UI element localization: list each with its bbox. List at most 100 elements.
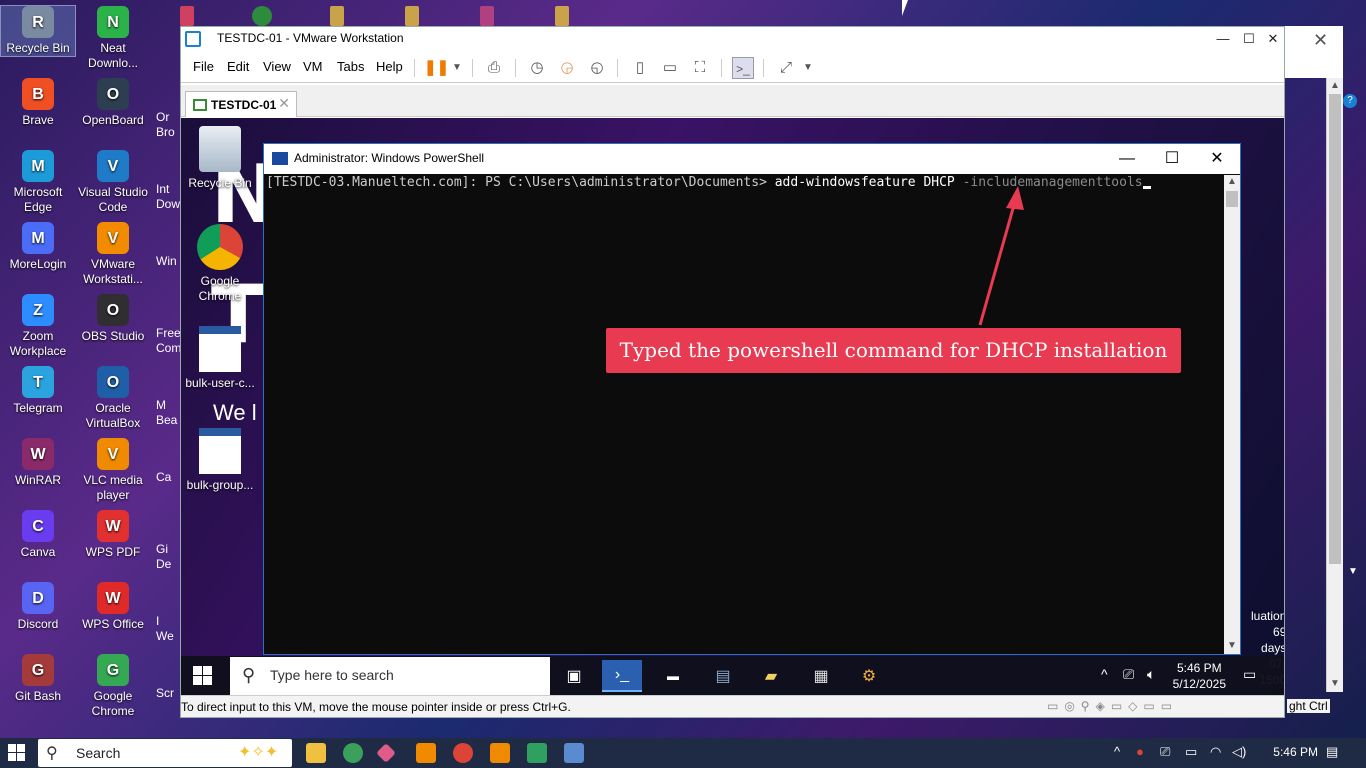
desktop-icon-chrome[interactable]: G Google Chrome [76, 654, 150, 719]
minimize-button[interactable]: — [1211, 29, 1235, 49]
vm-search-box[interactable]: ⚲ Type here to search [230, 657, 550, 695]
chrome-tray-icon[interactable]: ● [1136, 744, 1144, 759]
menu-tabs[interactable]: Tabs [337, 59, 364, 74]
desktop-icon-openboard[interactable]: O OpenBoard [76, 78, 150, 128]
show-hidden-icons-icon[interactable]: ^ [1114, 744, 1120, 759]
scroll-up-icon[interactable]: ▲ [1330, 80, 1340, 91]
scroll-up-icon[interactable]: ▲ [1227, 176, 1237, 187]
desktop-icon-morelogin[interactable]: M MoreLogin [1, 222, 75, 272]
menu-edit[interactable]: Edit [227, 59, 249, 74]
desktop-icon-brave[interactable]: B Brave [1, 78, 75, 128]
show-hidden-icons-icon[interactable]: ^ [1101, 666, 1108, 682]
volume-icon[interactable]: 🔈︎ [1147, 666, 1155, 683]
scroll-down-icon[interactable]: ▼ [1227, 640, 1237, 651]
vm-clock[interactable]: 5:46 PM 5/12/2025 [1173, 660, 1226, 692]
action-center-icon[interactable]: ▭ [1243, 666, 1256, 683]
start-button[interactable] [8, 744, 26, 762]
taskbar-thumbnail [180, 6, 194, 26]
stretch-icon[interactable]: ⤢ [775, 57, 797, 79]
start-button[interactable] [193, 666, 213, 686]
desktop-icon-canva[interactable]: C Canva [1, 510, 75, 560]
server-manager-icon[interactable]: ▤ [703, 660, 743, 692]
wifi-icon[interactable]: ◠ [1210, 744, 1221, 760]
host-search-box[interactable]: ⚲ Search ✦✧✦ [38, 739, 292, 767]
console-view-icon[interactable]: >_ [732, 57, 754, 79]
desktop-icon-vmware[interactable]: V VMware Workstati... [76, 222, 150, 287]
task-view-icon[interactable]: ▣ [554, 660, 594, 692]
vm-desktop-icon[interactable]: Google Chrome [181, 224, 259, 304]
desktop-icon-neat-download[interactable]: N Neat Downlo... [76, 6, 150, 71]
desktop-icon-label: Oracle VirtualBox [85, 401, 141, 430]
chrome-taskbar-icon[interactable] [453, 743, 473, 763]
file-explorer-icon[interactable]: ▰ [751, 660, 791, 692]
desktop-icon-recycle-bin[interactable]: R Recycle Bin [0, 5, 76, 57]
vmware-taskbar-icon[interactable] [416, 743, 436, 763]
powershell-title-bar[interactable]: Administrator: Windows PowerShell — ☐ ✕ [264, 144, 1240, 174]
desktop-icon-vscode[interactable]: V Visual Studio Code [76, 150, 150, 215]
send-ctrl-alt-del-icon[interactable]: ⎙ [483, 57, 505, 79]
desktop-icon-vlc[interactable]: V VLC media player [76, 438, 150, 503]
powershell-scrollbar[interactable]: ▲ ▼ [1224, 175, 1240, 654]
vm-desktop-icon[interactable]: Recycle Bin [181, 126, 259, 191]
close-button[interactable]: ✕ [1202, 148, 1232, 170]
desktop-icon-virtualbox[interactable]: O Oracle VirtualBox [76, 366, 150, 431]
app-icon[interactable] [343, 743, 363, 763]
notifications-icon[interactable]: ▤ [1326, 744, 1338, 760]
maximize-button[interactable]: ☐ [1157, 148, 1187, 170]
powershell-console[interactable]: [TESTDC-03.Manueltech.com]: PS C:\Users\… [266, 175, 1224, 653]
desktop-icon-wps-pdf[interactable]: W WPS PDF [76, 510, 150, 560]
scroll-down-icon[interactable]: ▼ [1348, 566, 1358, 577]
menu-file[interactable]: File [193, 59, 214, 74]
file-explorer-icon[interactable] [306, 743, 326, 763]
snapshot-manager-icon[interactable]: ◵ [586, 57, 608, 79]
meet-tray-icon[interactable]: ⎚ [1160, 744, 1170, 760]
notepad-icon[interactable]: ▦ [801, 660, 841, 692]
host-clock[interactable]: 5:46 PM [1273, 745, 1318, 759]
show-library-icon[interactable]: ▯ [629, 57, 651, 79]
background-window-scrollbar[interactable]: ▲ ▼ [1326, 78, 1343, 692]
thumbnail-bar-icon[interactable]: ▭ [659, 57, 681, 79]
dhcp-tool-icon[interactable]: ⚙ [849, 660, 889, 692]
powershell-taskbar-icon[interactable]: ›_ [602, 660, 642, 692]
desktop-icon-edge[interactable]: M Microsoft Edge [1, 150, 75, 215]
menu-vm[interactable]: VM [303, 59, 323, 74]
desktop-icon-telegram[interactable]: T Telegram [1, 366, 75, 416]
close-tab-icon[interactable]: ✕ [278, 95, 290, 112]
dropdown-icon[interactable]: ▼ [797, 57, 819, 79]
desktop-icon-git-bash[interactable]: G Git Bash [1, 654, 75, 704]
snapshot-icon[interactable]: ◷ [526, 57, 548, 79]
full-screen-icon[interactable]: ⛶ [689, 57, 711, 79]
menu-view[interactable]: View [263, 59, 291, 74]
background-window[interactable]: ✕ [1285, 26, 1343, 78]
volume-icon[interactable]: ◁) [1232, 744, 1246, 760]
tab-testdc-01[interactable]: TESTDC-01 ✕ [185, 91, 297, 117]
app-icon[interactable] [376, 743, 396, 763]
desktop-icon-zoom[interactable]: Z Zoom Workplace [1, 294, 75, 359]
scroll-thumb[interactable] [1329, 94, 1341, 564]
cmd-taskbar-icon[interactable]: ▬ [653, 660, 693, 692]
network-icon[interactable]: ⎚ [1123, 666, 1134, 683]
scroll-thumb[interactable] [1226, 191, 1238, 207]
menu-help[interactable]: Help [376, 59, 403, 74]
desktop-icon-wps-office[interactable]: W WPS Office [76, 582, 150, 632]
minimize-button[interactable]: — [1112, 148, 1142, 170]
powershell-window[interactable]: Administrator: Windows PowerShell — ☐ ✕ … [263, 143, 1241, 655]
battery-icon[interactable]: ▭ [1185, 744, 1197, 760]
close-icon[interactable]: ✕ [1313, 30, 1328, 51]
revert-snapshot-icon[interactable]: ◶ [556, 57, 578, 79]
maximize-button[interactable]: ☐ [1237, 29, 1261, 49]
desktop-icon-winrar[interactable]: W WinRAR [1, 438, 75, 488]
vm-desktop-icon[interactable]: bulk-group... [181, 428, 259, 493]
vlc-taskbar-icon[interactable] [490, 743, 510, 763]
scroll-down-icon[interactable]: ▼ [1330, 678, 1340, 689]
close-button[interactable]: ✕ [1261, 29, 1285, 49]
desktop-icon-discord[interactable]: D Discord [1, 582, 75, 632]
vm-desktop-icon[interactable]: bulk-user-c... [181, 326, 259, 391]
pause-icon[interactable]: ❚❚ [424, 57, 449, 79]
app-icon[interactable] [527, 743, 547, 763]
vmware-title-bar[interactable]: TESTDC-01 - VMware Workstation — ☐ ✕ [181, 27, 1284, 51]
app-icon[interactable] [564, 743, 584, 763]
dropdown-icon[interactable]: ▼ [446, 57, 468, 79]
help-icon[interactable]: ? [1343, 94, 1357, 108]
desktop-icon-obs[interactable]: O OBS Studio [76, 294, 150, 344]
